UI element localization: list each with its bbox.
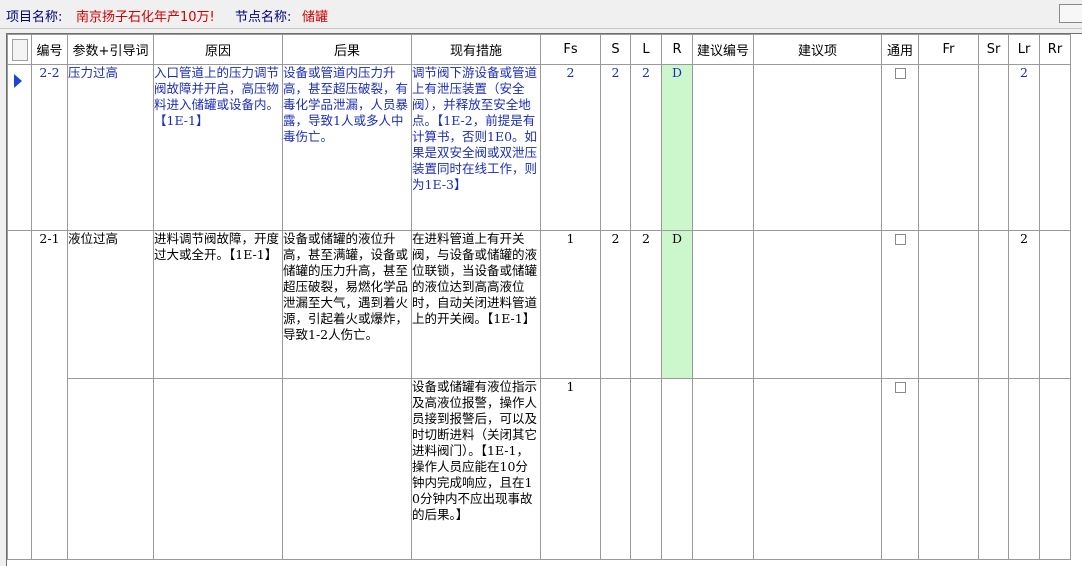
s-cell[interactable]: 2 bbox=[600, 64, 631, 231]
col-header-s[interactable]: S bbox=[600, 34, 631, 65]
sr-cell[interactable] bbox=[978, 64, 1009, 231]
l-cell[interactable]: 2 bbox=[630, 230, 662, 379]
general-checkbox[interactable] bbox=[894, 234, 906, 245]
rec-id-cell[interactable] bbox=[692, 230, 754, 379]
col-header-sr[interactable]: Sr bbox=[978, 34, 1009, 65]
rec-cell[interactable] bbox=[753, 230, 882, 379]
col-header-id[interactable]: 编号 bbox=[31, 34, 68, 65]
param-cell[interactable] bbox=[67, 378, 154, 560]
current-row-arrow-icon bbox=[14, 74, 22, 88]
measure-cell[interactable]: 调节阀下游设备或管道上有泄压装置（安全阀），并释放至安全地点。【1E-2，前提是… bbox=[411, 64, 541, 231]
lr-cell[interactable]: 2 bbox=[1008, 64, 1040, 231]
s-cell[interactable]: 2 bbox=[600, 230, 631, 379]
fr-cell[interactable] bbox=[918, 64, 979, 231]
project-name-label: 项目名称: bbox=[6, 10, 63, 25]
general-checkbox[interactable] bbox=[894, 68, 906, 79]
header-button[interactable] bbox=[1059, 4, 1082, 23]
rec-id-cell[interactable] bbox=[692, 64, 754, 231]
row-indicator[interactable] bbox=[7, 64, 32, 231]
col-header-l[interactable]: L bbox=[630, 34, 662, 65]
rec-cell[interactable] bbox=[753, 64, 882, 231]
col-header-param[interactable]: 参数+引导词 bbox=[67, 34, 154, 65]
table-row[interactable]: 2-2 压力过高 入口管道上的压力调节阀故障并开启，高压物料进入储罐或设备内。【… bbox=[7, 64, 1071, 231]
r-cell[interactable]: D bbox=[661, 64, 693, 231]
lr-cell[interactable]: 2 bbox=[1008, 230, 1040, 379]
select-all-corner[interactable] bbox=[7, 34, 32, 65]
general-cell[interactable] bbox=[881, 230, 919, 379]
rec-cell[interactable] bbox=[753, 378, 882, 560]
row-indicator[interactable] bbox=[7, 230, 32, 560]
general-cell[interactable] bbox=[881, 378, 919, 560]
hazop-grid: 编号 参数+引导词 原因 后果 现有措施 Fs S L R 建议编号 建议项 通… bbox=[6, 33, 1082, 566]
consequence-cell[interactable]: 设备或管道内压力升高，甚至超压破裂，有毒化学品泄漏，人员暴露，导致1人或多人中毒… bbox=[282, 64, 412, 231]
col-header-measures[interactable]: 现有措施 bbox=[411, 34, 541, 65]
fs-cell[interactable]: 1 bbox=[540, 378, 601, 560]
header-row: 编号 参数+引导词 原因 后果 现有措施 Fs S L R 建议编号 建议项 通… bbox=[7, 34, 1071, 65]
col-header-rr[interactable]: Rr bbox=[1039, 34, 1071, 65]
table-row[interactable]: 设备或储罐有液位指示及高液位报警，操作人员接到报警后，可以及时切断进料（关闭其它… bbox=[8, 378, 1071, 560]
l-cell[interactable] bbox=[630, 378, 662, 560]
fs-cell[interactable]: 2 bbox=[540, 64, 601, 231]
measure-cell[interactable]: 设备或储罐有液位指示及高液位报警，操作人员接到报警后，可以及时切断进料（关闭其它… bbox=[411, 378, 541, 560]
sr-cell[interactable] bbox=[978, 378, 1009, 560]
cause-cell[interactable]: 进料调节阀故障，开度过大或全开。【1E-1】 bbox=[153, 230, 283, 379]
col-header-general[interactable]: 通用 bbox=[881, 34, 919, 65]
rec-id-cell[interactable] bbox=[692, 378, 754, 560]
col-header-r[interactable]: R bbox=[661, 34, 693, 65]
general-cell[interactable] bbox=[881, 64, 919, 231]
param-cell[interactable]: 液位过高 bbox=[67, 230, 154, 379]
r-cell[interactable] bbox=[661, 378, 693, 560]
project-name-value: 南京扬子石化年产10万! bbox=[76, 10, 215, 25]
rr-cell[interactable] bbox=[1039, 230, 1071, 379]
cause-cell[interactable]: 入口管道上的压力调节阀故障并开启，高压物料进入储罐或设备内。【1E-1】 bbox=[153, 64, 283, 231]
col-header-lr[interactable]: Lr bbox=[1008, 34, 1040, 65]
node-name-value: 储罐 bbox=[302, 10, 329, 25]
row-id-cell[interactable]: 2-2 bbox=[31, 64, 68, 231]
hazop-table: 编号 参数+引导词 原因 后果 现有措施 Fs S L R 建议编号 建议项 通… bbox=[7, 34, 1071, 560]
rr-cell[interactable] bbox=[1039, 64, 1071, 231]
fr-cell[interactable] bbox=[918, 378, 979, 560]
general-checkbox[interactable] bbox=[894, 382, 906, 393]
select-all-box[interactable] bbox=[11, 38, 28, 61]
consequence-cell[interactable] bbox=[282, 378, 412, 560]
col-header-rec-id[interactable]: 建议编号 bbox=[692, 34, 754, 65]
l-cell[interactable]: 2 bbox=[630, 64, 662, 231]
col-header-rec[interactable]: 建议项 bbox=[753, 34, 882, 65]
row-id-cell[interactable]: 2-1 bbox=[31, 230, 68, 560]
rr-cell[interactable] bbox=[1039, 378, 1071, 560]
sr-cell[interactable] bbox=[978, 230, 1009, 379]
cause-cell[interactable] bbox=[153, 378, 283, 560]
lr-cell[interactable] bbox=[1008, 378, 1040, 560]
r-cell[interactable]: D bbox=[661, 230, 693, 379]
s-cell[interactable] bbox=[600, 378, 631, 560]
col-header-consequence[interactable]: 后果 bbox=[282, 34, 412, 65]
fs-cell[interactable]: 1 bbox=[540, 230, 601, 379]
consequence-cell[interactable]: 设备或储罐的液位升高，甚至满罐，设备或储罐的压力升高，甚至超压破裂，易燃化学品泄… bbox=[282, 230, 412, 379]
col-header-fr[interactable]: Fr bbox=[918, 34, 979, 65]
param-cell[interactable]: 压力过高 bbox=[67, 64, 154, 231]
measure-cell[interactable]: 在进料管道上有开关阀，与设备或储罐的液位联锁，当设备或储罐的液位达到高高液位时，… bbox=[411, 230, 541, 379]
col-header-fs[interactable]: Fs bbox=[540, 34, 601, 65]
table-row[interactable]: 2-1 液位过高 进料调节阀故障，开度过大或全开。【1E-1】 设备或储罐的液位… bbox=[7, 230, 1071, 560]
project-header-bar: 项目名称: 南京扬子石化年产10万! 节点名称: 储罐 bbox=[0, 0, 1082, 29]
fr-cell[interactable] bbox=[918, 230, 979, 379]
node-name-label: 节点名称: bbox=[235, 10, 292, 25]
col-header-cause[interactable]: 原因 bbox=[153, 34, 283, 65]
